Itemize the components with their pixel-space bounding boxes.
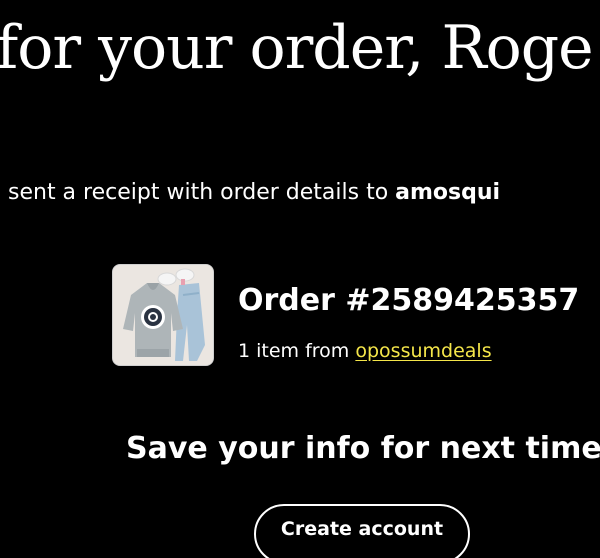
save-info-heading: Save your info for next time <box>126 431 600 466</box>
order-items-text: 1 item from <box>238 340 356 362</box>
order-confirmation-page: for your order, Roge sent a receipt with… <box>0 0 600 558</box>
receipt-message: sent a receipt with order details to amo… <box>8 180 500 206</box>
product-thumbnail <box>112 264 214 366</box>
receipt-email: amosqui <box>395 180 501 205</box>
order-number: Order #2589425357 <box>238 283 580 318</box>
receipt-message-text: sent a receipt with order details to <box>8 180 396 205</box>
order-items-summary: 1 item from opossumdeals <box>238 340 492 363</box>
seller-link[interactable]: opossumdeals <box>355 340 491 362</box>
create-account-button[interactable]: Create account <box>254 504 470 558</box>
hoodie-and-jeans-image <box>113 265 213 365</box>
thank-you-headline: for your order, Roge <box>0 13 594 83</box>
